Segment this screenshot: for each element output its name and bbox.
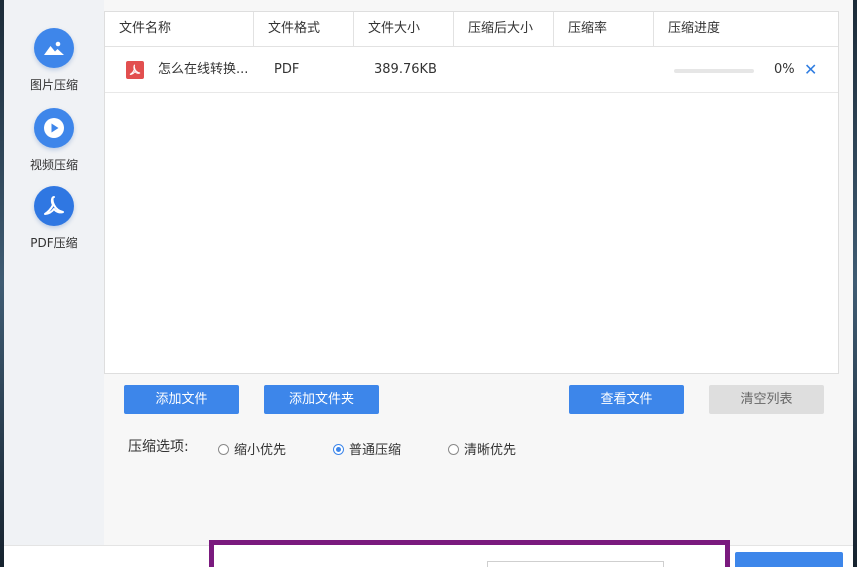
progress-bar — [674, 69, 754, 73]
compression-options-label: 压缩选项: — [128, 439, 189, 455]
main-content: 文件名称 文件格式 文件大小 压缩后大小 压缩率 压缩进度 怎么在线转换... … — [104, 0, 853, 545]
sidebar-item-video-compress[interactable]: 视频压缩 — [4, 108, 104, 173]
column-header-format: 文件格式 — [254, 12, 354, 46]
start-compress-button[interactable] — [735, 552, 843, 567]
table-header: 文件名称 文件格式 文件大小 压缩后大小 压缩率 压缩进度 — [105, 12, 838, 47]
cell-file-size: 389.76KB — [374, 62, 437, 77]
sidebar-item-label: 图片压缩 — [29, 78, 78, 92]
compressor-app: 图片压缩 视频压缩 PDF压缩 文件名称 文件格式 文件大小 压缩后大小 压缩率… — [0, 0, 857, 567]
column-header-size: 文件大小 — [354, 12, 454, 46]
cell-compressed-size — [469, 47, 559, 93]
window-edge-right — [853, 0, 857, 567]
add-file-button[interactable]: 添加文件 — [124, 385, 239, 414]
close-icon[interactable]: ✕ — [804, 47, 817, 93]
radio-normal-compress[interactable]: 普通压缩 — [333, 439, 402, 458]
column-header-ratio: 压缩率 — [554, 12, 654, 46]
radio-label: 普通压缩 — [349, 443, 402, 458]
folder-icon[interactable] — [676, 562, 698, 567]
progress-percent: 0% — [774, 62, 795, 77]
output-path-input[interactable] — [487, 561, 664, 567]
view-files-button[interactable]: 查看文件 — [569, 385, 684, 414]
cell-ratio — [569, 47, 659, 93]
radio-circle-icon — [218, 444, 229, 455]
table-row[interactable]: 怎么在线转换... PDF 389.76KB 0% ✕ — [105, 47, 838, 93]
cell-file-format: PDF — [274, 62, 300, 77]
sidebar: 图片压缩 视频压缩 PDF压缩 — [4, 0, 104, 545]
clear-list-button[interactable]: 清空列表 — [709, 385, 824, 414]
column-header-progress: 压缩进度 — [668, 21, 721, 36]
play-icon — [34, 108, 74, 148]
image-icon — [34, 28, 74, 68]
column-header-compressed-size: 压缩后大小 — [454, 12, 554, 46]
sidebar-item-label: PDF压缩 — [30, 236, 78, 250]
file-table: 文件名称 文件格式 文件大小 压缩后大小 压缩率 压缩进度 怎么在线转换... … — [104, 11, 839, 374]
sidebar-item-image-compress[interactable]: 图片压缩 — [4, 28, 104, 93]
pdf-file-icon — [126, 61, 144, 79]
radio-circle-icon — [333, 444, 344, 455]
radio-smaller-first[interactable]: 缩小优先 — [218, 439, 287, 458]
cell-file-name: 怎么在线转换... — [158, 62, 249, 77]
sidebar-item-label: 视频压缩 — [29, 158, 78, 172]
pdf-icon — [34, 186, 74, 226]
radio-clarity-first[interactable]: 清晰优先 — [448, 439, 517, 458]
radio-label: 缩小优先 — [234, 443, 287, 458]
radio-label: 清晰优先 — [464, 443, 517, 458]
add-folder-button[interactable]: 添加文件夹 — [264, 385, 379, 414]
sidebar-item-pdf-compress[interactable]: PDF压缩 — [4, 186, 104, 251]
radio-circle-icon — [448, 444, 459, 455]
window-edge-left — [0, 0, 4, 567]
column-header-name: 文件名称 — [105, 12, 254, 46]
